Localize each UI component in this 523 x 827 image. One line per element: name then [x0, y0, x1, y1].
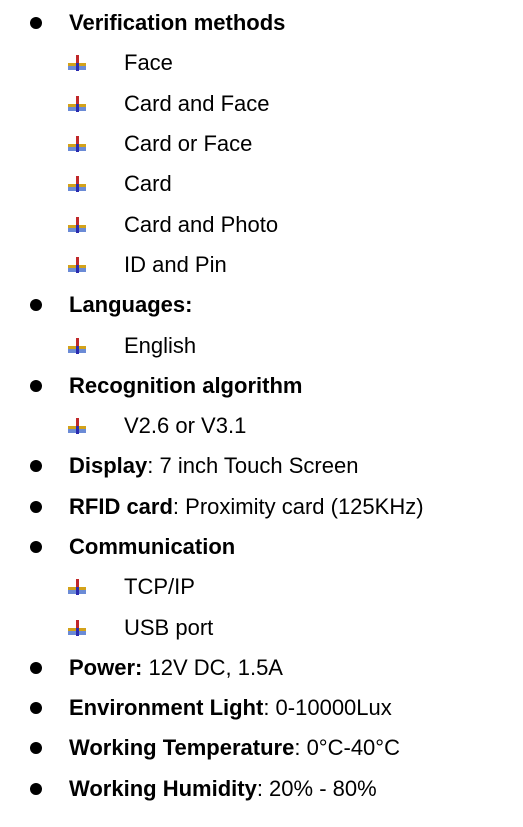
algorithm-heading: Recognition algorithm — [0, 366, 523, 406]
list-item: Card or Face — [0, 124, 523, 164]
spec-label: Display — [69, 453, 148, 479]
humidity-spec: Working Humidity: 20% - 80% — [0, 769, 523, 809]
list-item-label: English — [124, 332, 197, 358]
spec-value: : 0°C-40°C — [294, 735, 400, 761]
spec-label: Power: — [69, 654, 143, 680]
list-item: TCP/IP — [0, 567, 523, 607]
list-item-label: USB port — [124, 614, 214, 640]
arrow-bullet-icon — [68, 216, 86, 233]
spec-label: Working Temperature — [69, 735, 295, 761]
arrow-bullet-icon — [68, 337, 86, 354]
bullet-icon — [30, 742, 42, 755]
list-item-label: TCP/IP — [124, 574, 195, 600]
list-item: English — [0, 325, 523, 365]
bullet-icon — [30, 17, 42, 30]
arrow-bullet-icon — [68, 176, 86, 193]
bullet-icon — [30, 541, 42, 553]
arrow-bullet-icon — [68, 579, 86, 596]
verification-methods-heading: Verification methods — [0, 3, 523, 43]
list-item: Face — [0, 43, 523, 83]
temperature-spec: Working Temperature: 0°C-40°C — [0, 728, 523, 768]
power-spec: Power: 12V DC, 1.5A — [0, 648, 523, 688]
spec-value: : 0-10000Lux — [263, 695, 392, 721]
bullet-icon — [30, 379, 42, 392]
bullet-icon — [30, 299, 42, 312]
bullet-icon — [30, 661, 42, 674]
arrow-bullet-icon — [68, 619, 86, 636]
spec-value: : 20% - 80% — [256, 775, 377, 801]
arrow-bullet-icon — [68, 95, 86, 112]
list-item: V2.6 or V3.1 — [0, 406, 523, 446]
bullet-icon — [30, 782, 42, 795]
list-item: Card and Face — [0, 84, 523, 124]
list-item-label: ID and Pin — [124, 251, 227, 277]
spec-list: Verification methods Face Card and Face … — [0, 0, 523, 809]
spec-label: Working Humidity — [69, 775, 257, 801]
display-spec: Display: 7 inch Touch Screen — [0, 446, 523, 486]
rfid-spec: RFID card: Proximity card (125KHz) — [0, 487, 523, 527]
bullet-icon — [30, 460, 42, 473]
spec-value: 12V DC, 1.5A — [142, 654, 283, 680]
section-title: Communication — [69, 534, 236, 559]
list-item-label: Face — [124, 50, 173, 76]
communication-heading: Communication — [0, 527, 523, 567]
spec-label: RFID card — [69, 493, 173, 519]
list-item-label: Card or Face — [124, 131, 253, 157]
light-spec: Environment Light: 0-10000Lux — [0, 688, 523, 728]
spec-value: : Proximity card (125KHz) — [172, 493, 424, 519]
list-item: Card — [0, 164, 523, 204]
list-item-label: Card and Face — [124, 90, 270, 116]
section-title: Recognition algorithm — [69, 372, 303, 398]
list-item: Card and Photo — [0, 204, 523, 244]
section-title: Verification methods — [69, 10, 286, 36]
list-item-label: Card and Photo — [124, 211, 279, 237]
bullet-icon — [30, 500, 42, 513]
arrow-bullet-icon — [68, 55, 86, 72]
list-item: USB port — [0, 607, 523, 647]
spec-label: Environment Light — [69, 695, 264, 721]
languages-heading: Languages: — [0, 285, 523, 325]
arrow-bullet-icon — [68, 256, 86, 273]
section-title: Languages: — [69, 292, 193, 318]
list-item-label: V2.6 or V3.1 — [124, 413, 247, 439]
bullet-icon — [30, 702, 42, 715]
spec-value: : 7 inch Touch Screen — [147, 453, 359, 479]
list-item: ID and Pin — [0, 245, 523, 285]
arrow-bullet-icon — [68, 418, 86, 435]
arrow-bullet-icon — [68, 136, 86, 153]
list-item-label: Card — [124, 171, 172, 197]
